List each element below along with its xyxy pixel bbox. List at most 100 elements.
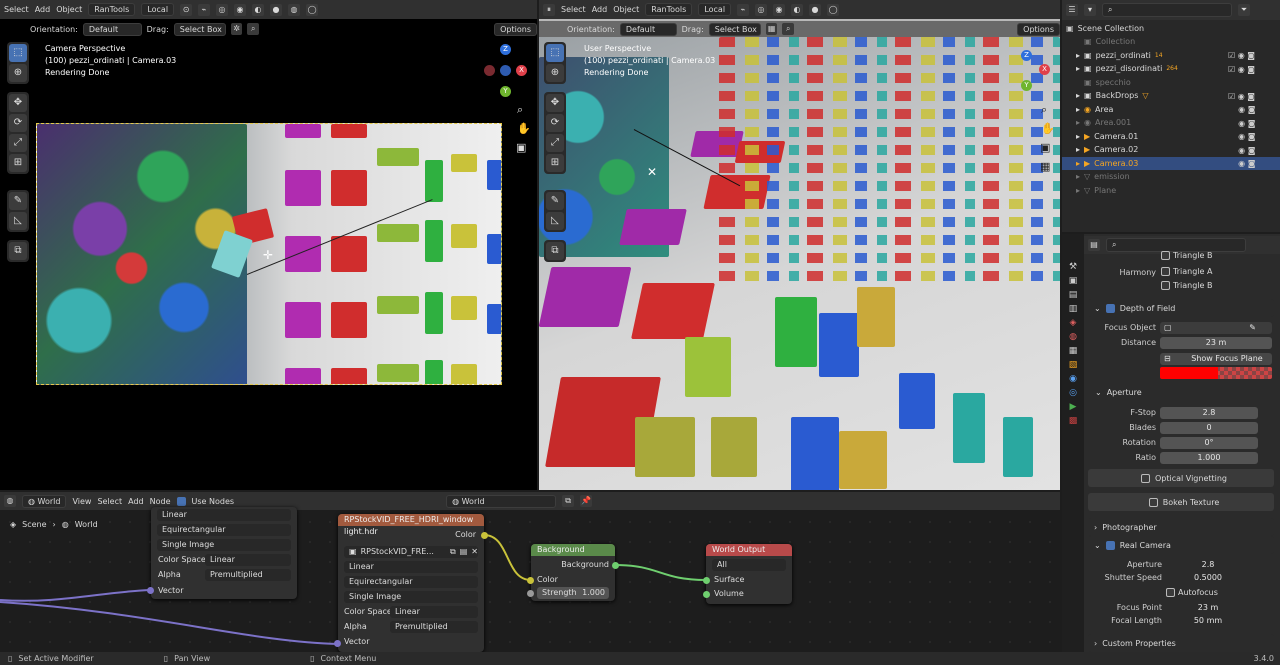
tool-tab-icon[interactable]: ⚒ [1069,262,1077,272]
view-layer-tab-icon[interactable]: ▥ [1069,304,1078,314]
real-camera-section[interactable]: ⌄ Real Camera [1088,536,1274,554]
ran-tools-dropdown[interactable]: RanTools [645,3,693,16]
target-dropdown[interactable]: All [712,559,786,571]
rotation-field[interactable]: 0° [1160,437,1258,449]
gizmo-neg-y[interactable] [500,65,511,76]
copy-icon[interactable]: ⧉ [450,546,456,558]
menu-object[interactable]: Object [613,5,639,14]
row-toggles[interactable]: ◉ ◙ [1228,103,1278,117]
triangle-b-checkbox-row[interactable]: Triangle B [1161,251,1212,260]
focal-length-field[interactable]: 50 mm [1166,615,1250,627]
navigation-gizmo[interactable]: Z X Y [484,44,528,100]
expand-arrow-icon[interactable]: ▸ [1076,51,1080,60]
folder-icon[interactable]: ▤ [460,546,468,558]
menu-add[interactable]: Add [35,5,51,14]
drag-dropdown[interactable]: Select Box [708,22,761,36]
depth-of-field-section[interactable]: ⌄ Depth of Field [1088,299,1274,317]
filter-icon[interactable]: ▾ [1084,4,1096,16]
expand-arrow-icon[interactable]: ▸ [1076,186,1080,195]
background-node[interactable]: Background Background Color Strength 1.00… [531,544,615,601]
checkbox[interactable] [1161,267,1170,276]
transform-orientation-dropdown[interactable]: Local [141,3,175,16]
expand-arrow-icon[interactable]: ▸ [1076,172,1080,181]
snap-icon[interactable]: ⌁ [737,3,750,16]
cursor-tool[interactable]: ⊕ [9,64,27,82]
expand-arrow-icon[interactable]: ▸ [1076,145,1080,154]
pan-hand-icon[interactable]: ✋ [1041,122,1055,135]
color-space-dropdown[interactable]: Linear [205,554,291,566]
visibility-icon[interactable]: ◉ [234,3,247,16]
gizmo-z-axis[interactable]: Z [1021,50,1032,61]
shading-solid-icon[interactable]: ● [270,3,283,16]
shading-color-icon[interactable]: ▦ [765,23,778,35]
alpha-dropdown[interactable]: Premultiplied [390,621,478,633]
focus-plane-color-swatch[interactable] [1160,367,1272,379]
gizmo-x-axis[interactable]: X [516,65,527,76]
select-box-tool[interactable]: ⬚ [9,44,27,62]
dof-checkbox[interactable] [1105,303,1115,313]
world-output-node[interactable]: World Output All Surface Volume [706,544,792,604]
row-toggles[interactable]: ◉ ◙ [1228,144,1278,158]
camera-view-icon[interactable]: ▣ [1040,141,1050,154]
checkbox[interactable] [1140,473,1150,483]
checkbox[interactable] [1161,251,1170,260]
environment-texture-node[interactable]: RPStockVID_FREE_HDRI_window light.hdr Co… [338,514,484,652]
rc-aperture-field[interactable]: 2.8 [1166,559,1250,571]
expand-arrow-icon[interactable]: ▸ [1076,105,1080,114]
outliner-search[interactable]: ⌕ [1102,3,1232,17]
interpolation-dropdown[interactable]: Linear [344,561,478,573]
autofocus-checkbox-row[interactable]: Autofocus [1166,588,1218,597]
orientation-dropdown[interactable]: Default [82,22,142,36]
shutter-speed-field[interactable]: 0.5000 [1166,572,1250,584]
gear-icon[interactable]: ✲ [230,23,243,35]
proportional-edit-icon[interactable]: ◎ [755,3,768,16]
move-tool[interactable]: ✥ [546,94,564,112]
row-toggles[interactable]: ◉ ◙ [1228,117,1278,131]
scale-tool[interactable]: ⤢ [9,134,27,152]
menu-select[interactable]: Select [561,5,586,14]
grid-view-icon[interactable]: ▦ [1040,160,1050,173]
snap-icon[interactable]: ⌁ [198,3,211,16]
color-input-socket[interactable] [527,577,534,584]
pause-icon[interactable]: ⏸ [543,3,555,16]
source-dropdown[interactable]: Single Image [344,591,478,603]
bokeh-texture-button[interactable]: Bokeh Texture [1088,493,1274,511]
color-space-dropdown[interactable]: Linear [390,606,478,618]
projection-dropdown[interactable]: Equirectangular [157,524,291,536]
optical-vignetting-button[interactable]: Optical Vignetting [1088,469,1274,487]
strength-field[interactable]: Strength 1.000 [537,587,609,599]
navigation-gizmo[interactable]: Z X Y [1009,50,1053,94]
search-icon[interactable]: ⌕ [782,23,795,35]
physics-tab-icon[interactable]: ◉ [1069,374,1077,384]
image-selector[interactable]: ▣ RPStockVID_FRE... ⧉ ▤ ✕ [344,546,478,558]
add-cube-tool[interactable]: ⧉ [546,242,564,260]
add-cube-tool[interactable]: ⧉ [9,242,27,260]
checkbox[interactable] [1161,281,1170,290]
row-toggles[interactable]: ◉ ◙ [1228,157,1278,171]
orientation-dropdown[interactable]: Default [619,22,677,36]
color-output-socket[interactable] [481,532,488,539]
cursor-tool[interactable]: ⊕ [546,64,564,82]
constraints-tab-icon[interactable]: ◎ [1069,388,1077,398]
editor-type-icon[interactable]: ☰ [1066,4,1078,16]
tree-row-scene-collection[interactable]: ▣ Scene Collection [1062,22,1280,35]
aperture-subsection[interactable]: ⌄ Aperture [1095,388,1142,397]
menu-select[interactable]: Select [4,5,29,14]
blades-field[interactable]: 0 [1160,422,1258,434]
shading-rendered-icon[interactable]: ◯ [306,3,319,16]
gizmo-y-axis[interactable]: Y [500,86,511,97]
photographer-section[interactable]: › Photographer [1088,518,1274,536]
measure-tool[interactable]: ◺ [9,212,27,230]
interpolation-dropdown[interactable]: Linear [157,509,291,521]
options-dropdown[interactable]: Options [1017,22,1061,36]
row-toggles[interactable] [1228,76,1278,90]
surface-input-socket[interactable] [703,577,710,584]
background-output-socket[interactable] [612,562,619,569]
drag-dropdown[interactable]: Select Box [173,22,226,36]
transform-tool[interactable]: ⊞ [546,154,564,172]
shading-solid-icon[interactable]: ● [809,3,822,16]
projection-dropdown[interactable]: Equirectangular [344,576,478,588]
focus-point-field[interactable]: 23 m [1166,602,1250,614]
expand-arrow-icon[interactable]: ▸ [1076,118,1080,127]
visibility-icon[interactable]: ◉ [773,3,786,16]
